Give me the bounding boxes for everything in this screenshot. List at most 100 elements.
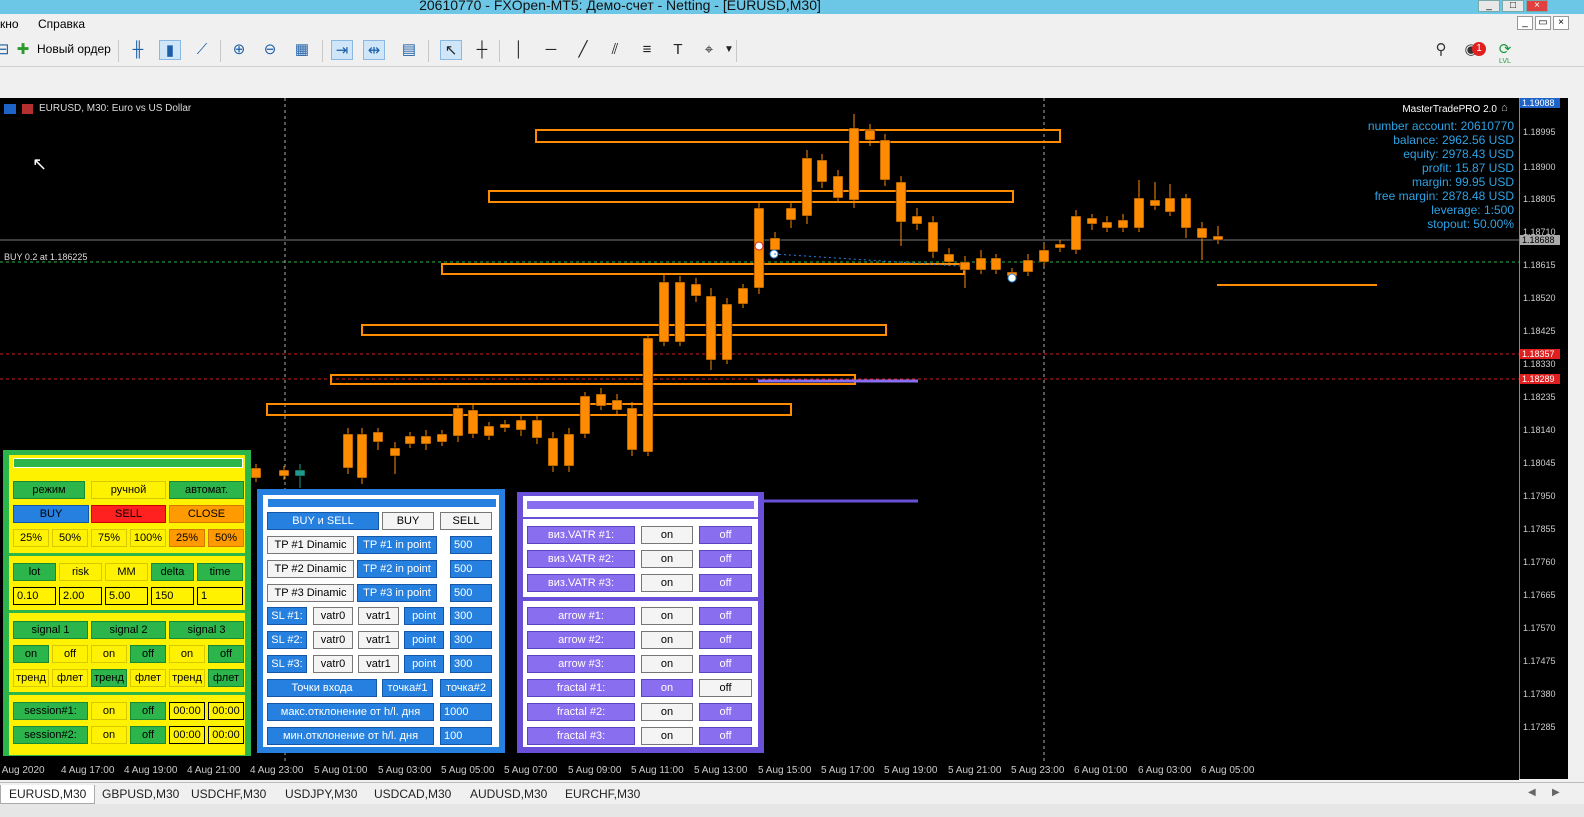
tp1-dinamic-button[interactable]: TP #1 Dinamic [267, 536, 354, 554]
fractal3-on-button[interactable]: on [641, 727, 693, 745]
arrow2-off-button[interactable]: off [699, 631, 752, 649]
signal-1-on-button[interactable]: on [13, 645, 49, 663]
vatr2-on-button[interactable]: on [641, 550, 693, 568]
signal-2-on-button[interactable]: on [91, 645, 127, 663]
sl3-value-input[interactable]: 300 [450, 655, 492, 673]
session-2-off-button[interactable]: off [130, 726, 166, 744]
arrow2-on-button[interactable]: on [641, 631, 693, 649]
mdi-close-button[interactable]: × [1553, 16, 1569, 30]
arrow1-on-button[interactable]: on [641, 607, 693, 625]
green-panel-header[interactable] [13, 458, 243, 468]
tab-usdcad[interactable]: USDCAD,M30 [366, 785, 459, 804]
delta-label[interactable]: delta [151, 563, 194, 581]
entry-point-2-button[interactable]: точка#2 [440, 679, 492, 697]
line-chart-icon[interactable]: ⟋ [191, 40, 213, 60]
tp2-dinamic-button[interactable]: TP #2 Dinamic [267, 560, 354, 578]
tp3-point-button[interactable]: TP #3 in point [357, 584, 437, 602]
max-deviation-input[interactable]: 1000 [440, 703, 492, 721]
maximize-button[interactable]: □ [1502, 0, 1524, 12]
signal-3-flat-button[interactable]: флет [208, 669, 244, 687]
tp1-point-button[interactable]: TP #1 in point [357, 536, 437, 554]
signal-3-trend-button[interactable]: тренд [169, 669, 205, 687]
scroll-right-icon[interactable]: ▶ [1552, 787, 1560, 798]
tp3-value-input[interactable]: 500 [450, 584, 492, 602]
arrow3-on-button[interactable]: on [641, 655, 693, 673]
percent-button[interactable]: 75% [91, 529, 127, 547]
fractal1-off-button[interactable]: off [699, 679, 752, 697]
menu-item-window[interactable]: кно [0, 17, 19, 31]
sl2-vatr1-button[interactable]: vatr1 [358, 631, 399, 649]
fractal2-off-button[interactable]: off [699, 703, 752, 721]
signal-3-off-button[interactable]: off [208, 645, 244, 663]
session-2-start-input[interactable]: 00:00 [169, 726, 205, 744]
close-button[interactable]: × [1526, 0, 1548, 12]
blue-buy-button[interactable]: BUY [382, 512, 434, 530]
auto-mode-button[interactable]: автомат. [169, 481, 244, 499]
close-percent-button[interactable]: 50% [208, 529, 244, 547]
arrow3-off-button[interactable]: off [699, 655, 752, 673]
tile-windows-icon[interactable]: ▦ [291, 40, 313, 60]
tp1-value-input[interactable]: 500 [450, 536, 492, 554]
chart-shift-icon[interactable]: ⇹ [363, 40, 385, 60]
tab-gbpusd[interactable]: GBPUSD,M30 [94, 785, 187, 804]
violet-panel-header[interactable] [526, 500, 755, 510]
zoom-out-icon[interactable]: ⊖ [259, 40, 281, 60]
minimize-button[interactable]: _ [1478, 0, 1500, 12]
sl2-value-input[interactable]: 300 [450, 631, 492, 649]
lot-label[interactable]: lot [13, 563, 56, 581]
vatr3-off-button[interactable]: off [699, 574, 752, 592]
sl1-vatr1-button[interactable]: vatr1 [358, 607, 399, 625]
search-icon[interactable]: ⚲ [1430, 40, 1452, 60]
signal-1-off-button[interactable]: off [52, 645, 88, 663]
tab-eurusd[interactable]: EURUSD,M30 [0, 785, 96, 804]
risk-input[interactable]: 2.00 [59, 587, 102, 605]
bar-chart-icon[interactable]: ╫ [127, 40, 149, 60]
new-order-button[interactable]: Новый ордер [37, 39, 111, 61]
session-2-end-input[interactable]: 00:00 [208, 726, 244, 744]
close-all-button[interactable]: CLOSE [169, 505, 244, 523]
crosshair-icon[interactable]: ┼ [471, 40, 493, 60]
tp3-dinamic-button[interactable]: TP #3 Dinamic [267, 584, 354, 602]
min-deviation-input[interactable]: 100 [440, 727, 492, 745]
time-input[interactable]: 1 [197, 587, 243, 605]
tab-usdchf[interactable]: USDCHF,M30 [183, 785, 274, 804]
vatr1-on-button[interactable]: on [641, 526, 693, 544]
signal-2-trend-button[interactable]: тренд [91, 669, 127, 687]
blue-sell-button[interactable]: SELL [440, 512, 492, 530]
session-1-start-input[interactable]: 00:00 [169, 702, 205, 720]
close-percent-button[interactable]: 25% [169, 529, 205, 547]
menu-item-help[interactable]: Справка [38, 17, 85, 31]
risk-label[interactable]: risk [59, 563, 102, 581]
session-1-off-button[interactable]: off [130, 702, 166, 720]
autoscroll-icon[interactable]: ⇥ [331, 40, 353, 60]
cursor-icon[interactable]: ↖ [440, 40, 462, 60]
vatr3-on-button[interactable]: on [641, 574, 693, 592]
buy-button[interactable]: BUY [13, 505, 89, 523]
session-1-end-input[interactable]: 00:00 [208, 702, 244, 720]
trendline-icon[interactable]: ╱ [572, 40, 594, 60]
fractal1-on-button[interactable]: on [641, 679, 693, 697]
zoom-in-icon[interactable]: ⊕ [228, 40, 250, 60]
tab-usdjpy[interactable]: USDJPY,M30 [277, 785, 365, 804]
horizontal-line-icon[interactable]: ─ [540, 40, 562, 60]
vatr2-off-button[interactable]: off [699, 550, 752, 568]
fractal3-off-button[interactable]: off [699, 727, 752, 745]
sl2-vatr0-button[interactable]: vatr0 [313, 631, 353, 649]
indicators-icon[interactable]: ▤ [398, 40, 420, 60]
sl1-value-input[interactable]: 300 [450, 607, 492, 625]
percent-button[interactable]: 100% [130, 529, 166, 547]
signal-2-flat-button[interactable]: флет [130, 669, 166, 687]
entry-point-1-button[interactable]: точка#1 [382, 679, 433, 697]
sell-button[interactable]: SELL [91, 505, 166, 523]
manual-mode-button[interactable]: ручной [91, 481, 166, 499]
signal-strength-icon[interactable]: ⟳ [1494, 40, 1516, 60]
sl1-point-button[interactable]: point [404, 607, 444, 625]
fibonacci-icon[interactable]: ≡ [636, 40, 658, 60]
buy-and-sell-button[interactable]: BUY и SELL [267, 512, 379, 530]
fractal2-on-button[interactable]: on [641, 703, 693, 721]
shapes-icon[interactable]: ⌖ [698, 40, 720, 60]
blue-panel-header[interactable] [267, 498, 497, 508]
equidistant-channel-icon[interactable]: ⫽ [604, 40, 626, 60]
text-tool-icon[interactable]: T [667, 40, 689, 60]
session-1-on-button[interactable]: on [91, 702, 127, 720]
